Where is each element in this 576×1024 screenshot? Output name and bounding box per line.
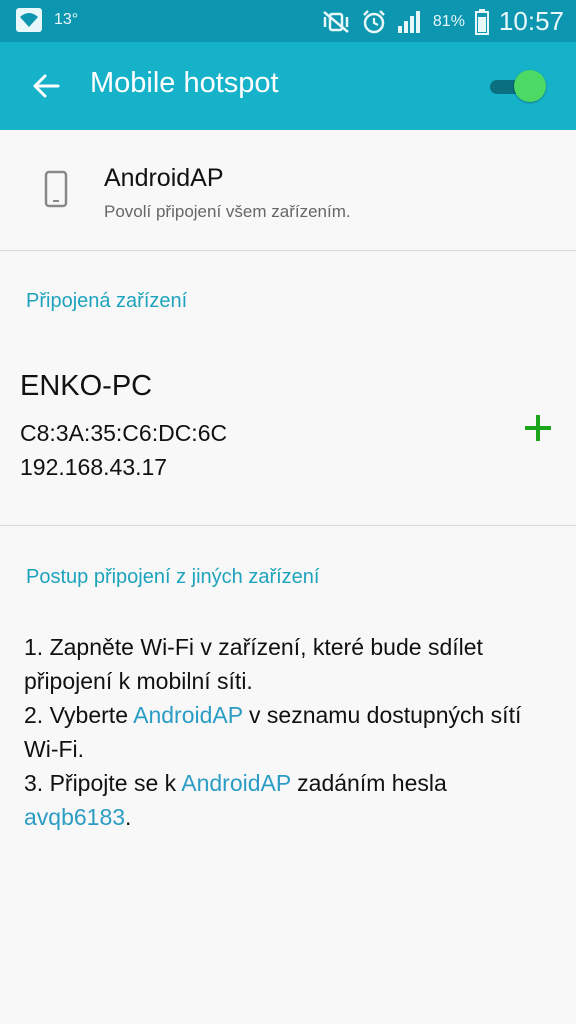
instruction-step-3-mid: zadáním hesla <box>290 770 447 796</box>
instructions-text: 1. Zapněte Wi-Fi v zařízení, které bude … <box>24 630 554 834</box>
network-name-link: AndroidAP <box>133 702 243 728</box>
back-arrow-icon[interactable] <box>30 70 62 102</box>
device-name: ENKO-PC <box>20 370 153 402</box>
instruction-step-3-pre: 3. Připojte se k <box>24 770 182 796</box>
status-bar: 13° 81% 10:57 <box>0 0 576 42</box>
signal-icon <box>397 10 420 33</box>
connected-devices-header: Připojená zařízení <box>26 290 188 312</box>
device-mac: C8:3A:35:C6:DC:6C <box>20 420 228 446</box>
wifi-icon <box>16 8 42 32</box>
app-bar: Mobile hotspot <box>0 42 576 130</box>
instructions-header: Postup připojení z jiných zařízení <box>26 566 320 588</box>
phone-icon <box>44 170 68 208</box>
hotspot-toggle[interactable] <box>488 70 546 102</box>
instruction-step-3-post: . <box>125 804 132 830</box>
network-name-link-2: AndroidAP <box>181 770 291 796</box>
instruction-step-2-pre: 2. Vyberte <box>24 702 134 728</box>
clock-text: 10:57 <box>498 6 564 36</box>
network-settings-row[interactable]: AndroidAP Povolí připojení všem zařízení… <box>0 130 576 251</box>
toggle-thumb <box>514 70 546 102</box>
device-ip: 192.168.43.17 <box>20 454 168 480</box>
plus-icon[interactable] <box>522 412 554 444</box>
mute-vibrate-icon <box>323 10 349 33</box>
network-name: AndroidAP <box>104 164 224 192</box>
connected-device-row[interactable]: ENKO-PC C8:3A:35:C6:DC:6C 192.168.43.17 <box>0 350 576 526</box>
password-text: avqb6183 <box>24 804 126 830</box>
battery-percent-text: 81% <box>432 12 465 30</box>
page-title: Mobile hotspot <box>90 67 279 99</box>
temperature-text: 13° <box>54 11 79 28</box>
battery-icon <box>474 8 489 35</box>
status-right: 81% 10:57 <box>321 6 564 37</box>
network-subtitle: Povolí připojení všem zařízením. <box>104 202 351 221</box>
alarm-icon <box>363 9 385 33</box>
instruction-step-1: 1. Zapněte Wi-Fi v zařízení, které bude … <box>24 634 483 694</box>
status-left: 13° <box>16 8 78 32</box>
